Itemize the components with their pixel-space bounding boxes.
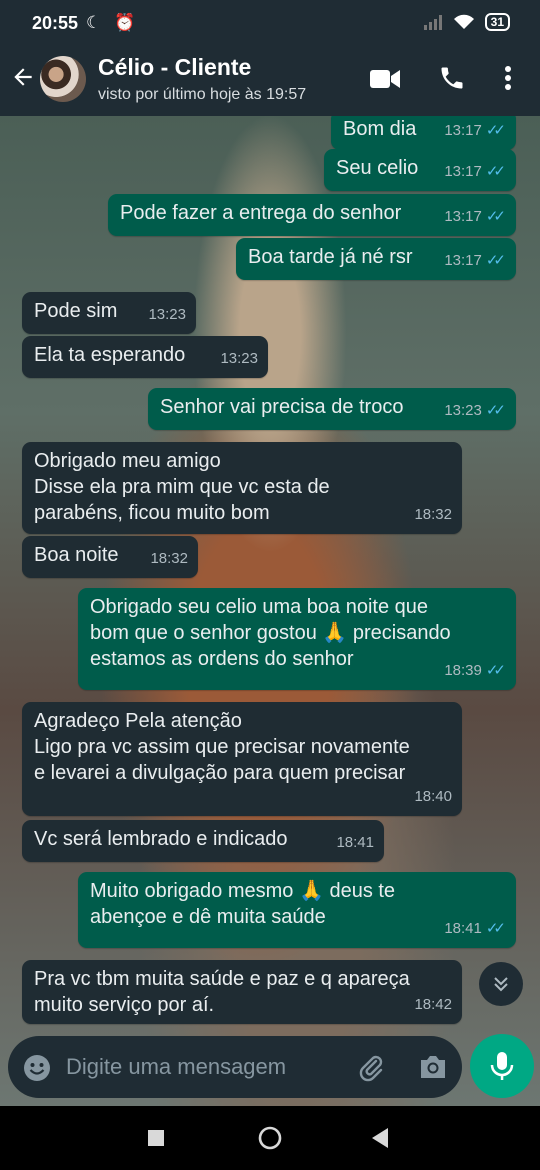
message-meta: 18:39 ✓✓ [444, 658, 506, 684]
message-time: 18:41 [444, 920, 482, 937]
status-left-icons: ☾ ⏰ [86, 13, 140, 32]
message-in[interactable]: Ela ta esperando 13:23 [22, 336, 268, 378]
message-meta: 18:32 [150, 546, 188, 572]
read-ticks-icon: ✓✓ [485, 208, 506, 225]
mic-icon[interactable] [470, 1034, 534, 1098]
attach-icon[interactable] [356, 1052, 386, 1087]
message-meta: 13:23 [148, 302, 186, 328]
status-time: 20:55 [32, 13, 79, 33]
message-text: Seu celio [336, 157, 419, 179]
message-time: 13:17 [444, 163, 482, 180]
message-time: 18:41 [336, 834, 374, 851]
emoji-icon[interactable] [22, 1053, 52, 1088]
message-out[interactable]: Senhor vai precisa de troco 13:23 ✓✓ [148, 388, 516, 430]
message-out[interactable]: Bom dia 13:17 ✓✓ [331, 116, 516, 150]
message-time: 18:42 [414, 996, 452, 1013]
message-time: 13:17 [444, 122, 482, 139]
message-text: Obrigado seu celio uma boa noite que bom… [90, 596, 451, 670]
read-ticks-icon: ✓✓ [485, 163, 506, 180]
message-meta: 13:17 ✓✓ [444, 118, 506, 144]
message-text: Pode fazer a entrega do senhor [120, 202, 402, 224]
message-in[interactable]: Pode sim 13:23 [22, 292, 196, 334]
message-meta: 18:32 [414, 502, 452, 528]
message-time: 13:23 [220, 350, 258, 367]
read-ticks-icon: ✓✓ [485, 122, 506, 139]
message-meta: 13:23 ✓✓ [444, 398, 506, 424]
message-out[interactable]: Boa tarde já né rsr 13:17 ✓✓ [236, 238, 516, 280]
more-options-icon[interactable] [502, 64, 514, 97]
message-meta: 13:17 ✓✓ [444, 204, 506, 230]
read-ticks-icon: ✓✓ [485, 402, 506, 419]
message-in[interactable]: Vc será lembrado e indicado 18:41 [22, 820, 384, 862]
message-in[interactable]: Agradeço Pela atenção Ligo pra vc assim … [22, 702, 462, 816]
message-text: Senhor vai precisa de troco [160, 396, 404, 418]
android-nav-bar [0, 1106, 540, 1170]
message-time: 13:17 [444, 252, 482, 269]
message-out[interactable]: Seu celio 13:17 ✓✓ [324, 149, 516, 191]
battery-level: 31 [484, 13, 510, 31]
home-icon[interactable] [258, 1126, 282, 1155]
message-time: 18:32 [150, 550, 188, 567]
message-time: 18:32 [414, 506, 452, 523]
phone-icon[interactable] [438, 64, 466, 97]
signal-icon [423, 15, 442, 30]
contact-avatar[interactable] [40, 56, 86, 102]
message-time: 13:17 [444, 208, 482, 225]
message-meta: 13:17 ✓✓ [444, 159, 506, 185]
message-time: 18:39 [444, 662, 482, 679]
message-meta: 18:42 [414, 992, 452, 1018]
message-text: Vc será lembrado e indicado [34, 828, 288, 850]
read-ticks-icon: ✓✓ [485, 920, 506, 937]
message-out[interactable]: Obrigado seu celio uma boa noite que bom… [78, 588, 516, 690]
message-time: 13:23 [444, 402, 482, 419]
camera-icon[interactable] [418, 1053, 448, 1086]
message-text: Muito obrigado mesmo 🙏 deus te abençoe e… [90, 880, 396, 928]
status-bar: 20:55 ☾ ⏰ 31 [0, 0, 540, 46]
wifi-icon [453, 14, 474, 29]
read-ticks-icon: ✓✓ [485, 252, 506, 269]
message-out[interactable]: Pode fazer a entrega do senhor 13:17 ✓✓ [108, 194, 516, 236]
chat-header: Célio - Cliente visto por último hoje às… [0, 46, 540, 116]
message-time: 13:23 [148, 306, 186, 323]
message-text: Agradeço Pela atenção Ligo pra vc assim … [34, 710, 410, 784]
status-right: 31 [423, 13, 510, 31]
scroll-down-icon[interactable] [479, 962, 523, 1006]
message-input-bar[interactable]: Digite uma mensagem [8, 1036, 462, 1098]
contact-name[interactable]: Célio - Cliente [98, 54, 251, 81]
message-text: Pode sim [34, 300, 118, 322]
message-text: Boa noite [34, 544, 119, 566]
message-meta: 18:41 [336, 830, 374, 856]
last-seen-status: visto por último hoje às 19:57 [98, 86, 307, 103]
message-text: Pra vc tbm muita saúde e paz e q apareça… [34, 968, 410, 1016]
message-list[interactable]: Bom dia 13:17 ✓✓ Seu celio 13:17 ✓✓ Pode f… [0, 116, 540, 1106]
message-input[interactable]: Digite uma mensagem [66, 1054, 286, 1080]
read-ticks-icon: ✓✓ [485, 662, 506, 679]
message-in[interactable]: Pra vc tbm muita saúde e paz e q apareça… [22, 960, 462, 1024]
message-text: Boa tarde já né rsr [248, 246, 413, 268]
message-text: Ela ta esperando [34, 344, 186, 366]
message-in[interactable]: Boa noite 18:32 [22, 536, 198, 578]
back-arrow-icon[interactable] [10, 64, 36, 97]
message-meta: 18:40 [414, 784, 452, 810]
message-meta: 13:23 [220, 346, 258, 372]
message-in[interactable]: Obrigado meu amigo Disse ela pra mim que… [22, 442, 462, 534]
video-call-icon[interactable] [370, 68, 400, 95]
message-meta: 18:41 ✓✓ [444, 916, 506, 942]
back-nav-icon[interactable] [372, 1128, 390, 1153]
message-time: 18:40 [414, 788, 452, 805]
message-meta: 13:17 ✓✓ [444, 248, 506, 274]
message-out[interactable]: Muito obrigado mesmo 🙏 deus te abençoe e… [78, 872, 516, 948]
message-text: Obrigado meu amigo Disse ela pra mim que… [34, 450, 330, 524]
message-text: Bom dia [343, 118, 417, 140]
recents-icon[interactable] [148, 1130, 164, 1151]
